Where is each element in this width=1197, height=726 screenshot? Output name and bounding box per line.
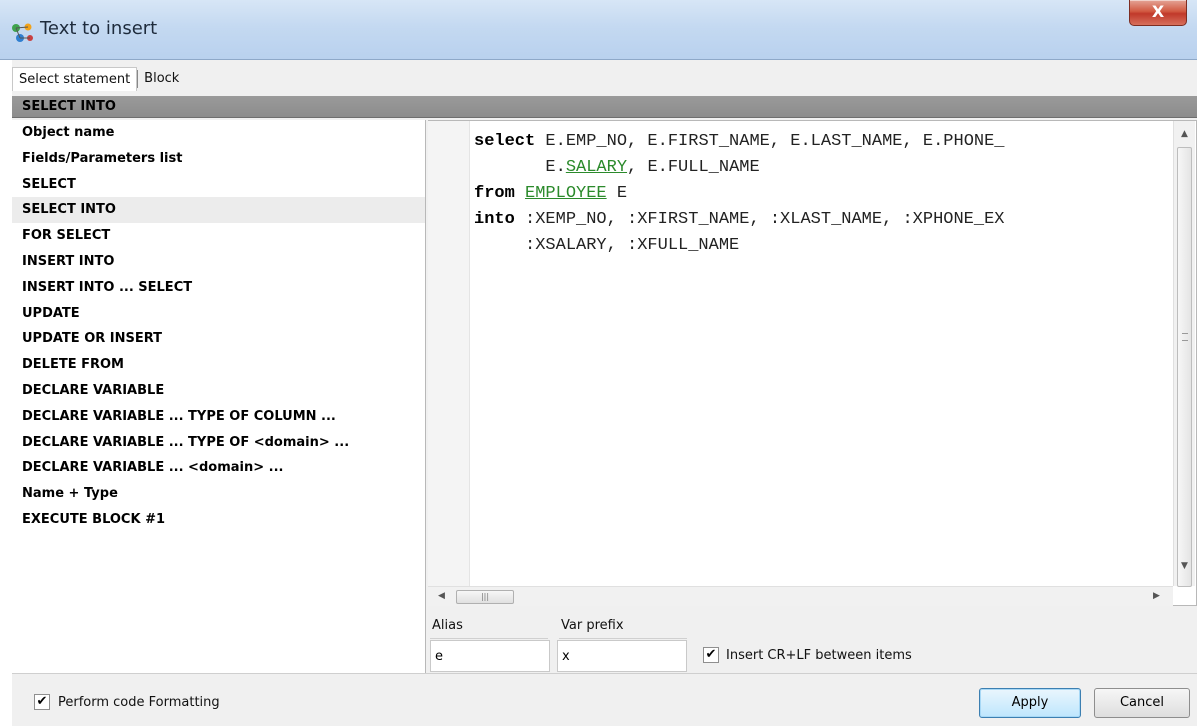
field-salary-link: SALARY [565,158,628,177]
window-title: Text to insert [40,18,158,39]
insert-crlf-checkbox[interactable]: ✔ [703,647,719,663]
keyword-select: select [474,132,536,151]
close-button[interactable]: X [1129,0,1187,26]
template-list: Object name Fields/Parameters list SELEC… [12,120,426,673]
code-editor[interactable]: select E.EMP_NO, E.FIRST_NAME, E.LAST_NA… [428,120,1197,606]
list-item-select[interactable]: SELECT [12,172,425,198]
code-insert-icon [12,23,33,42]
checkmark-icon: ✔ [705,647,717,662]
checkmark-icon: ✔ [36,694,48,709]
list-item-declare-variable-domain[interactable]: DECLARE VARIABLE ... <domain> ... [12,455,425,481]
code-text[interactable]: select E.EMP_NO, E.FIRST_NAME, E.LAST_NA… [474,129,1174,579]
arrow-right-icon[interactable]: ▶ [1153,591,1160,601]
vertical-scrollbar[interactable]: ▲ ▼ [1173,121,1195,587]
arrow-left-icon[interactable]: ◀ [438,591,445,601]
horizontal-scrollbar[interactable]: ◀ ||| ▶ [428,586,1173,606]
grip-icon [1182,333,1188,341]
var-prefix-underline [559,638,687,639]
section-header: SELECT INTO [12,96,1197,118]
code-line-5: :XSALARY, :XFULL_NAME [474,236,740,255]
alias-underline [430,638,548,639]
code-line-2: , E.FULL_NAME [627,158,760,177]
close-icon: X [1151,2,1165,21]
tab-select-statement[interactable]: Select statement [12,67,138,91]
list-item-insert-into[interactable]: INSERT INTO [12,249,425,275]
alias-label: Alias [432,618,463,633]
var-prefix-label: Var prefix [561,618,624,633]
var-prefix-input[interactable]: x [557,640,687,672]
code-line-2-prefix: E. [474,158,566,177]
keyword-from: from [474,184,515,203]
list-item-delete-from[interactable]: DELETE FROM [12,352,425,378]
code-formatting-checkbox[interactable]: ✔ [34,694,50,710]
insert-crlf-label: Insert CR+LF between items [726,648,912,663]
list-item-fields-parameters[interactable]: Fields/Parameters list [12,146,425,172]
code-line-1: E.EMP_NO, E.FIRST_NAME, E.LAST_NAME, E.P… [535,132,1005,151]
arrow-up-icon[interactable]: ▲ [1181,129,1188,139]
editor-gutter [428,121,470,586]
keyword-into: into [474,210,515,229]
list-item-select-into[interactable]: SELECT INTO [12,197,425,224]
alias-input[interactable]: e [430,640,550,672]
list-item-declare-variable[interactable]: DECLARE VARIABLE [12,378,425,404]
list-item-object-name[interactable]: Object name [12,120,425,146]
title-bar: Text to insert X [0,0,1197,60]
list-item-execute-block[interactable]: EXECUTE BLOCK #1 [12,507,425,533]
list-item-name-type[interactable]: Name + Type [12,481,425,507]
cancel-button[interactable]: Cancel [1094,688,1190,718]
code-formatting-label: Perform code Formatting [58,695,220,710]
list-item-update-or-insert[interactable]: UPDATE OR INSERT [12,326,425,352]
list-item-for-select[interactable]: FOR SELECT [12,223,425,249]
tab-block[interactable]: Block [138,67,185,91]
list-item-update[interactable]: UPDATE [12,301,425,327]
tab-strip: Select statement Block [12,64,185,94]
code-line-4: :XEMP_NO, :XFIRST_NAME, :XLAST_NAME, :XP… [514,210,1005,229]
arrow-down-icon[interactable]: ▼ [1181,561,1188,571]
code-line-3: E [606,184,628,203]
footer-divider [12,673,1197,674]
list-item-declare-variable-type-of-column[interactable]: DECLARE VARIABLE ... TYPE OF COLUMN ... [12,404,425,430]
list-item-insert-into-select[interactable]: INSERT INTO ... SELECT [12,275,425,301]
horizontal-scroll-thumb[interactable]: ||| [456,590,514,604]
table-employee-link: EMPLOYEE [525,184,607,203]
list-item-declare-variable-type-of-domain[interactable]: DECLARE VARIABLE ... TYPE OF <domain> ..… [12,430,425,456]
vertical-scroll-thumb[interactable] [1177,147,1192,587]
apply-button[interactable]: Apply [979,688,1081,718]
